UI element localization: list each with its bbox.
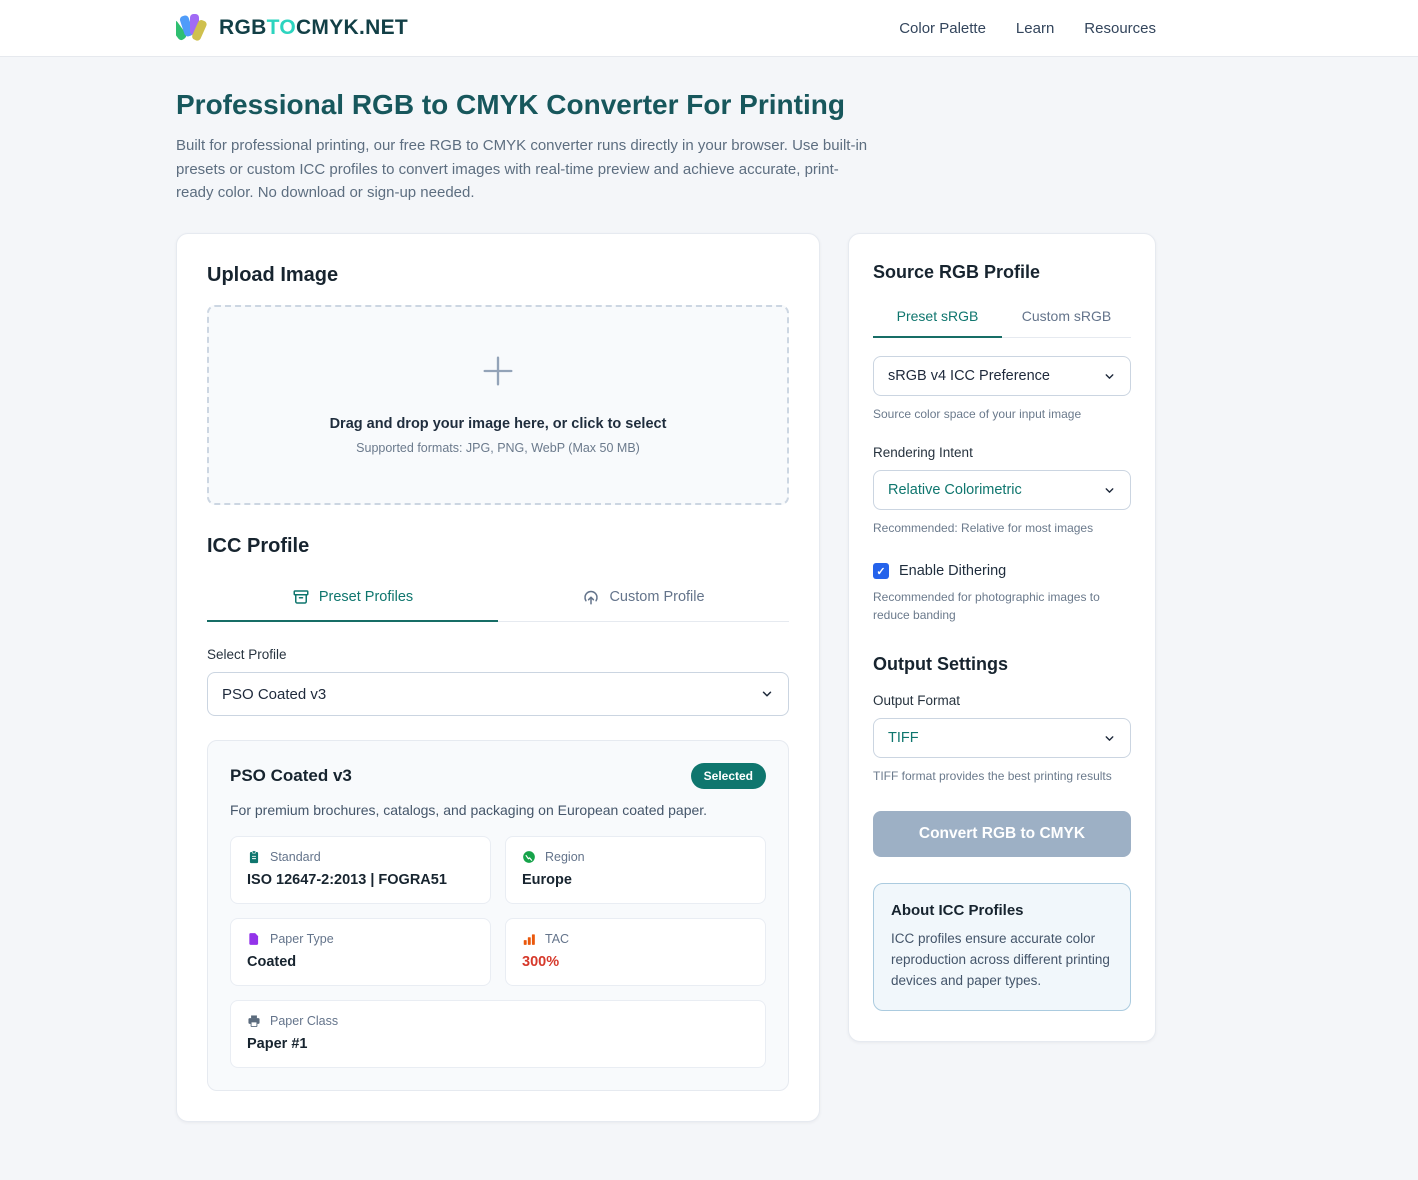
plus-icon [478,351,518,391]
convert-button[interactable]: Convert RGB to CMYK [873,811,1131,857]
tab-custom-profile-label: Custom Profile [609,589,704,605]
tab-custom-profile[interactable]: Custom Profile [498,576,789,622]
upload-icon [582,588,600,606]
tab-custom-srgb-label: Custom sRGB [1022,308,1111,324]
output-format-select[interactable]: TIFF [873,718,1131,758]
nav-learn[interactable]: Learn [1016,20,1054,37]
source-profile-title: Source RGB Profile [873,262,1131,283]
nav-resources[interactable]: Resources [1084,20,1156,37]
profile-select-value: PSO Coated v3 [222,686,326,703]
top-navigation-bar: RGBTOCMYK.NET Color Palette Learn Resour… [0,0,1418,57]
source-profile-helper: Source color space of your input image [873,405,1131,423]
about-icc-text: ICC profiles ensure accurate color repro… [891,929,1113,992]
output-format-helper: TIFF format provides the best printing r… [873,767,1131,785]
source-profile-tabs: Preset sRGB Custom sRGB [873,299,1131,338]
chevron-down-icon [1103,732,1116,745]
dropzone-formats: Supported formats: JPG, PNG, WebP (Max 5… [219,441,777,455]
converter-panel: Upload Image Drag and drop your image he… [176,233,820,1122]
profile-detail-card: PSO Coated v3 Selected For premium broch… [207,740,789,1091]
detail-standard-label: Standard [270,850,321,864]
icc-profile-tabs: Preset Profiles Custom Profile [207,576,789,622]
detail-standard-value: ISO 12647-2:2013 | FOGRA51 [247,872,474,888]
dropzone-instruction: Drag and drop your image here, or click … [219,416,777,432]
detail-paper-type: Paper Type Coated [230,918,491,986]
rendering-intent-value: Relative Colorimetric [888,482,1022,498]
main-nav: Color Palette Learn Resources [899,20,1156,37]
archive-box-icon [292,588,310,606]
detail-paper-class-label: Paper Class [270,1014,338,1028]
icc-section-title: ICC Profile [207,535,789,558]
profile-detail-grid: Standard ISO 12647-2:2013 | FOGRA51 [230,836,766,1068]
select-profile-label: Select Profile [207,647,789,662]
settings-panel: Source RGB Profile Preset sRGB Custom sR… [848,233,1156,1042]
about-icc-box: About ICC Profiles ICC profiles ensure a… [873,883,1131,1011]
nav-color-palette[interactable]: Color Palette [899,20,986,37]
color-swatch-fan-icon [176,13,210,44]
file-icon [247,932,261,946]
selected-badge: Selected [691,763,766,789]
detail-paper-class-value: Paper #1 [247,1036,749,1052]
detail-tac-label: TAC [545,932,569,946]
profile-description: For premium brochures, catalogs, and pac… [230,802,766,818]
site-logo[interactable]: RGBTOCMYK.NET [176,13,408,44]
bar-chart-icon [522,932,536,946]
output-format-value: TIFF [888,730,919,746]
detail-paper-class: Paper Class Paper #1 [230,1000,766,1068]
output-settings-title: Output Settings [873,654,1131,675]
detail-paper-type-value: Coated [247,954,474,970]
printer-icon [247,1014,261,1028]
page-description: Built for professional printing, our fre… [176,134,876,205]
rendering-intent-select[interactable]: Relative Colorimetric [873,470,1131,510]
hero-section: Professional RGB to CMYK Converter For P… [176,89,1156,205]
chevron-down-icon [760,687,774,701]
clipboard-icon [247,850,261,864]
detail-tac: TAC 300% [505,918,766,986]
dithering-checkbox[interactable] [873,563,889,579]
detail-standard: Standard ISO 12647-2:2013 | FOGRA51 [230,836,491,904]
tab-preset-srgb-label: Preset sRGB [897,308,979,324]
image-dropzone[interactable]: Drag and drop your image here, or click … [207,305,789,505]
logo-wordmark: RGBTOCMYK.NET [219,16,408,40]
dithering-row: Enable Dithering [873,563,1131,579]
rendering-intent-label: Rendering Intent [873,445,1131,460]
chevron-down-icon [1103,370,1116,383]
detail-region-label: Region [545,850,585,864]
source-profile-select[interactable]: sRGB v4 ICC Preference [873,356,1131,396]
detail-region-value: Europe [522,872,749,888]
rendering-intent-helper: Recommended: Relative for most images [873,519,1131,537]
chevron-down-icon [1103,484,1116,497]
profile-name: PSO Coated v3 [230,766,352,786]
source-profile-select-value: sRGB v4 ICC Preference [888,368,1050,384]
tab-custom-srgb[interactable]: Custom sRGB [1002,299,1131,338]
detail-region: Region Europe [505,836,766,904]
about-icc-title: About ICC Profiles [891,902,1113,919]
profile-select[interactable]: PSO Coated v3 [207,672,789,716]
tab-preset-profiles[interactable]: Preset Profiles [207,576,498,622]
tab-preset-profiles-label: Preset Profiles [319,589,413,605]
dithering-helper: Recommended for photographic images to r… [873,588,1131,624]
output-format-label: Output Format [873,693,1131,708]
detail-paper-type-label: Paper Type [270,932,334,946]
globe-icon [522,850,536,864]
tab-preset-srgb[interactable]: Preset sRGB [873,299,1002,338]
dithering-label: Enable Dithering [899,563,1006,579]
upload-section-title: Upload Image [207,264,789,287]
page-title: Professional RGB to CMYK Converter For P… [176,89,1156,121]
detail-tac-value: 300% [522,954,749,970]
